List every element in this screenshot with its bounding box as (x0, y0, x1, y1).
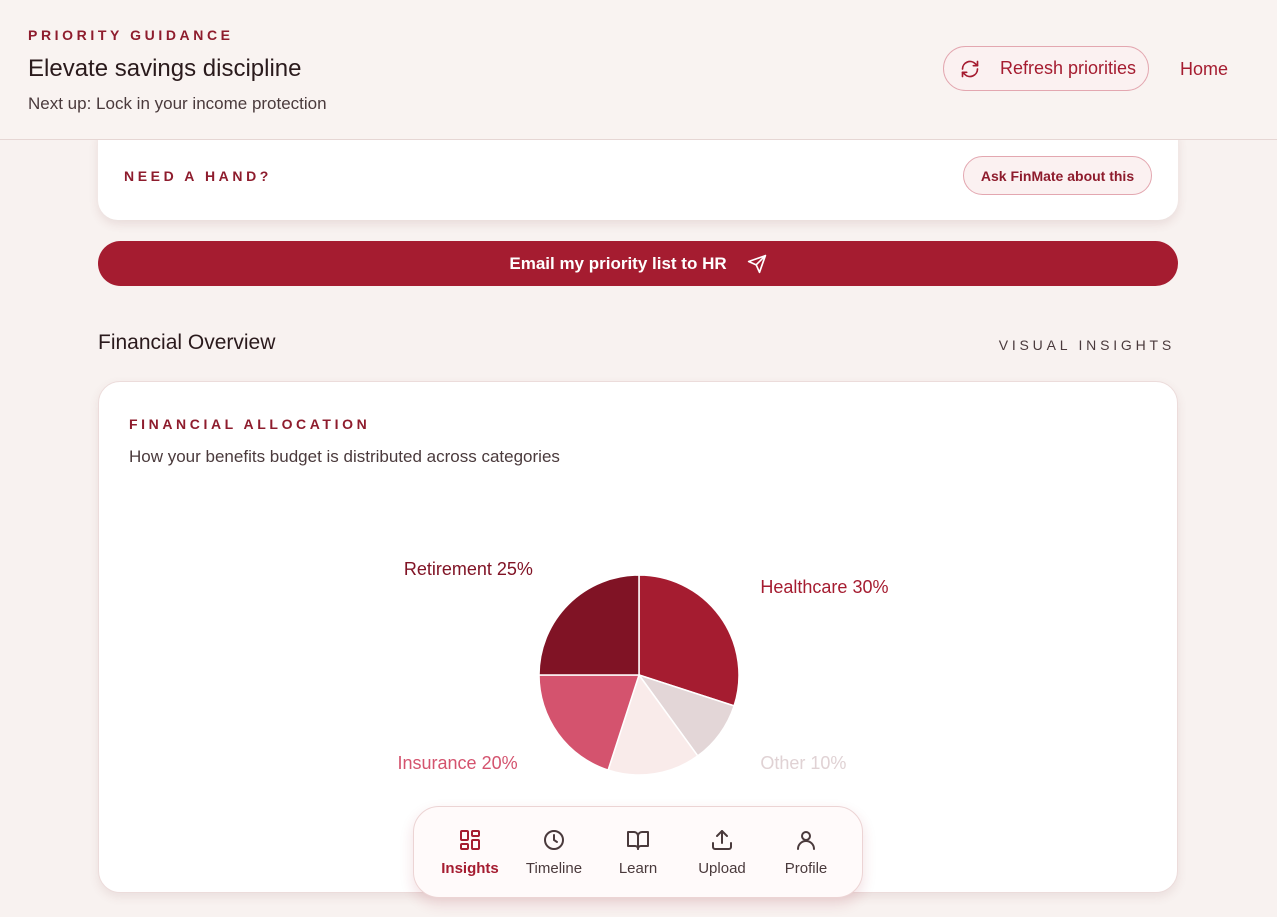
pie-slice-4 (538, 574, 640, 676)
nav-item-insights[interactable]: Insights (430, 828, 510, 877)
clock-icon (544, 829, 564, 850)
send-icon (747, 254, 766, 273)
nav-label-upload: Upload (698, 859, 746, 877)
pie-label-4: Retirement 25% (404, 559, 533, 579)
pie-label-1: Other 10% (760, 753, 846, 773)
help-card-label: NEED A HAND? (124, 168, 272, 184)
nav-item-learn[interactable]: Learn (598, 828, 678, 877)
nav-label-learn: Learn (618, 859, 658, 877)
refresh-priorities-label: Refresh priorities (1000, 58, 1137, 78)
bottom-nav: Insights Timeline Learn Upload Profile (413, 806, 863, 898)
pie-label-3: Insurance 20% (398, 753, 518, 773)
nav-item-upload[interactable]: Upload (682, 828, 762, 877)
nav-item-profile[interactable]: Profile (766, 828, 846, 877)
visual-insights-eyebrow: VISUAL INSIGHTS (998, 337, 1175, 353)
ask-finmate-button[interactable]: Ask FinMate about this (963, 156, 1152, 195)
pie-label-0: Healthcare 30% (760, 577, 888, 597)
book-icon (627, 830, 649, 850)
page-header: PRIORITY GUIDANCE Elevate savings discip… (0, 0, 1277, 140)
page-subtitle: Next up: Lock in your income protection (28, 94, 327, 113)
financial-overview-title: Financial Overview (98, 331, 276, 354)
nav-label-timeline: Timeline (525, 859, 583, 877)
refresh-icon (961, 60, 979, 77)
page-title: Elevate savings discipline (28, 55, 302, 82)
priority-eyebrow: PRIORITY GUIDANCE (28, 27, 234, 43)
refresh-priorities-button[interactable]: Refresh priorities (943, 46, 1149, 91)
user-icon (797, 830, 815, 850)
nav-label-profile: Profile (784, 859, 828, 877)
email-button-label: Email my priority list to HR (509, 253, 727, 273)
nav-label-insights: Insights (441, 859, 499, 877)
nav-item-timeline[interactable]: Timeline (514, 828, 594, 877)
email-priority-list-button[interactable]: Email my priority list to HR (98, 241, 1178, 286)
home-link[interactable]: Home (1180, 59, 1228, 80)
upload-icon (712, 829, 732, 850)
grid-icon (460, 829, 480, 850)
